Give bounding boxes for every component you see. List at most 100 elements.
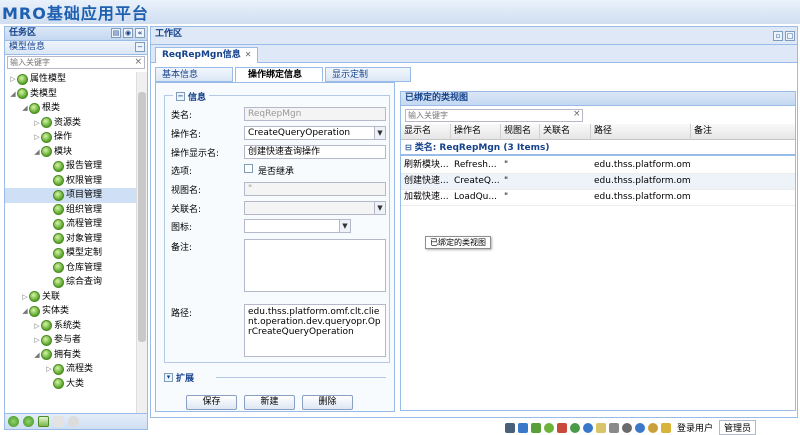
op-display-field[interactable]: 创建快速查询操作 bbox=[244, 145, 386, 159]
tree-node[interactable]: 流程管理 bbox=[5, 217, 137, 232]
tree-node[interactable]: ◢ 实体类 bbox=[5, 304, 137, 319]
collapse-info-icon[interactable]: − bbox=[176, 92, 185, 101]
tree-search-input[interactable] bbox=[8, 57, 126, 68]
expand-node-icon[interactable]: ▷ bbox=[33, 333, 41, 347]
tab-operation-binding[interactable]: 操作绑定信息 bbox=[235, 67, 323, 82]
clear-search-icon[interactable]: × bbox=[134, 57, 142, 67]
sync-icon[interactable] bbox=[8, 416, 19, 427]
tree-node[interactable]: ◢ 类模型 bbox=[5, 87, 137, 102]
maximize-icon[interactable]: □ bbox=[785, 31, 795, 41]
col-note[interactable]: 备注 bbox=[691, 124, 795, 140]
save-icon[interactable] bbox=[518, 422, 528, 433]
tree-node[interactable]: ▷ 属性模型 bbox=[5, 72, 137, 87]
collapse-node-icon[interactable]: ◢ bbox=[9, 87, 17, 101]
expand-node-icon[interactable]: ▷ bbox=[45, 362, 53, 376]
tree-node[interactable]: 大类 bbox=[5, 377, 137, 392]
col-display-name[interactable]: 显示名 bbox=[401, 124, 451, 140]
save-button[interactable]: 保存 bbox=[186, 395, 237, 410]
delete-button[interactable]: 删除 bbox=[302, 395, 353, 410]
tree-node[interactable]: 报告管理 bbox=[5, 159, 137, 174]
chevron-down-icon[interactable]: ▼ bbox=[374, 202, 385, 214]
expand-node-icon[interactable]: ▷ bbox=[33, 130, 41, 144]
tree-node[interactable]: ▷ 资源类 bbox=[5, 116, 137, 131]
inherit-checkbox[interactable] bbox=[244, 164, 253, 173]
collapse-node-icon[interactable]: ◢ bbox=[21, 304, 29, 318]
tree-node[interactable]: 综合查询 bbox=[5, 275, 137, 290]
col-assoc-name[interactable]: 关联名 bbox=[540, 124, 591, 140]
close-tab-icon[interactable]: ✕ bbox=[245, 50, 252, 59]
op-name-combo[interactable]: CreateQueryOperation ▼ bbox=[244, 126, 386, 140]
expand-node-icon[interactable]: ▷ bbox=[33, 116, 41, 130]
tree-node[interactable]: ▷ 流程类 bbox=[5, 362, 137, 377]
expand-node-icon[interactable]: ▷ bbox=[21, 290, 29, 304]
grid-search-input[interactable]: 输入关键字 bbox=[405, 109, 583, 122]
tree-node[interactable]: ▷ 操作 bbox=[5, 130, 137, 145]
tree-icon[interactable] bbox=[531, 422, 541, 433]
view-name-field[interactable]: " bbox=[244, 182, 386, 196]
tree-node[interactable]: 项目管理 bbox=[5, 188, 137, 203]
new-button[interactable]: 新建 bbox=[244, 395, 295, 410]
tree-node-label: 大类 bbox=[66, 378, 85, 389]
clear-grid-search-icon[interactable]: × bbox=[573, 109, 581, 119]
info-icon[interactable] bbox=[635, 422, 645, 433]
note-textarea[interactable] bbox=[244, 239, 386, 292]
col-op-name[interactable]: 操作名 bbox=[451, 124, 501, 140]
settings-icon[interactable] bbox=[68, 416, 79, 427]
collapse-group-icon[interactable]: ⊟ bbox=[405, 143, 412, 152]
refresh-icon[interactable] bbox=[570, 422, 580, 433]
tree-node[interactable]: 对象管理 bbox=[5, 232, 137, 247]
expand-section-header[interactable]: ▾ 扩展 bbox=[164, 371, 194, 384]
col-view-name[interactable]: 视图名 bbox=[501, 124, 540, 140]
table-row[interactable]: 创建快速... CreateQ... " edu.thss.platform.omf.… bbox=[401, 174, 795, 190]
disabled-tool-icon[interactable] bbox=[53, 416, 64, 427]
icon-combo[interactable]: ▼ bbox=[244, 219, 351, 233]
tree-scrollbar[interactable] bbox=[136, 72, 147, 415]
tree-node[interactable]: ◢ 根类 bbox=[5, 101, 137, 116]
tree-node[interactable]: ◢ 模块 bbox=[5, 145, 137, 160]
tree-node[interactable]: 仓库管理 bbox=[5, 261, 137, 276]
tab-reqrepmgn[interactable]: ReqRepMgn信息 ✕ bbox=[155, 47, 259, 63]
tree-node[interactable]: ▷ 参与者 bbox=[5, 333, 137, 348]
refresh-icon[interactable]: ◉ bbox=[123, 28, 133, 38]
tree-node[interactable]: ▷ 系统类 bbox=[5, 319, 137, 334]
collapse-node-icon[interactable]: ◢ bbox=[33, 145, 41, 159]
col-path[interactable]: 路径 bbox=[591, 124, 691, 140]
table-row[interactable]: 刷新模块... Refresh... " edu.thss.platform.omf.… bbox=[401, 158, 795, 174]
tool-icon[interactable] bbox=[609, 422, 619, 433]
export-icon[interactable] bbox=[38, 416, 49, 427]
grid-group-header[interactable]: ⊟ 类名: ReqRepMgn (3 Items) bbox=[401, 141, 795, 156]
document-icon[interactable] bbox=[596, 422, 606, 433]
expand-all-icon[interactable] bbox=[23, 416, 34, 427]
tree-node[interactable]: 模型定制 bbox=[5, 246, 137, 261]
chevron-down-icon[interactable]: ▼ bbox=[374, 127, 385, 139]
chevron-down-icon[interactable]: ▼ bbox=[339, 220, 350, 232]
help-icon[interactable] bbox=[583, 422, 593, 433]
class-name-field[interactable]: ReqRepMgn bbox=[244, 107, 386, 121]
user-icon[interactable] bbox=[648, 422, 658, 433]
monitor-icon[interactable] bbox=[505, 422, 515, 433]
collapse-node-icon[interactable]: ◢ bbox=[21, 101, 29, 115]
tab-basic-info[interactable]: 基本信息 bbox=[155, 67, 233, 82]
tree-search-box[interactable]: × bbox=[7, 56, 145, 69]
collapse-icon[interactable]: − bbox=[135, 42, 145, 52]
task-icon[interactable] bbox=[557, 422, 567, 433]
settings-icon[interactable] bbox=[622, 422, 632, 433]
bug-icon[interactable] bbox=[544, 422, 554, 433]
tree-node[interactable]: 权限管理 bbox=[5, 174, 137, 189]
expand-icon[interactable]: ▾ bbox=[164, 373, 173, 382]
table-row[interactable]: 加载快速... LoadQu... " edu.thss.platform.omf..… bbox=[401, 190, 795, 206]
tree-node[interactable]: 组织管理 bbox=[5, 203, 137, 218]
restore-icon[interactable]: ▫ bbox=[773, 31, 783, 41]
tree-node[interactable]: ◢ 拥有类 bbox=[5, 348, 137, 363]
expand-node-icon[interactable]: ▷ bbox=[33, 319, 41, 333]
lock-icon[interactable] bbox=[661, 422, 671, 433]
print-icon[interactable]: ▤ bbox=[111, 28, 121, 38]
tree-node[interactable]: ▷ 关联 bbox=[5, 290, 137, 305]
tab-display-custom[interactable]: 显示定制 bbox=[325, 67, 411, 82]
collapse-left-icon[interactable]: « bbox=[135, 28, 145, 38]
path-textarea[interactable]: edu.thss.platform.omf.clt.client.operati… bbox=[244, 304, 386, 357]
assoc-name-combo[interactable]: ▼ bbox=[244, 201, 386, 215]
expand-node-icon[interactable]: ▷ bbox=[9, 72, 17, 86]
tree-scrollbar-thumb[interactable] bbox=[138, 92, 146, 342]
collapse-node-icon[interactable]: ◢ bbox=[33, 348, 41, 362]
